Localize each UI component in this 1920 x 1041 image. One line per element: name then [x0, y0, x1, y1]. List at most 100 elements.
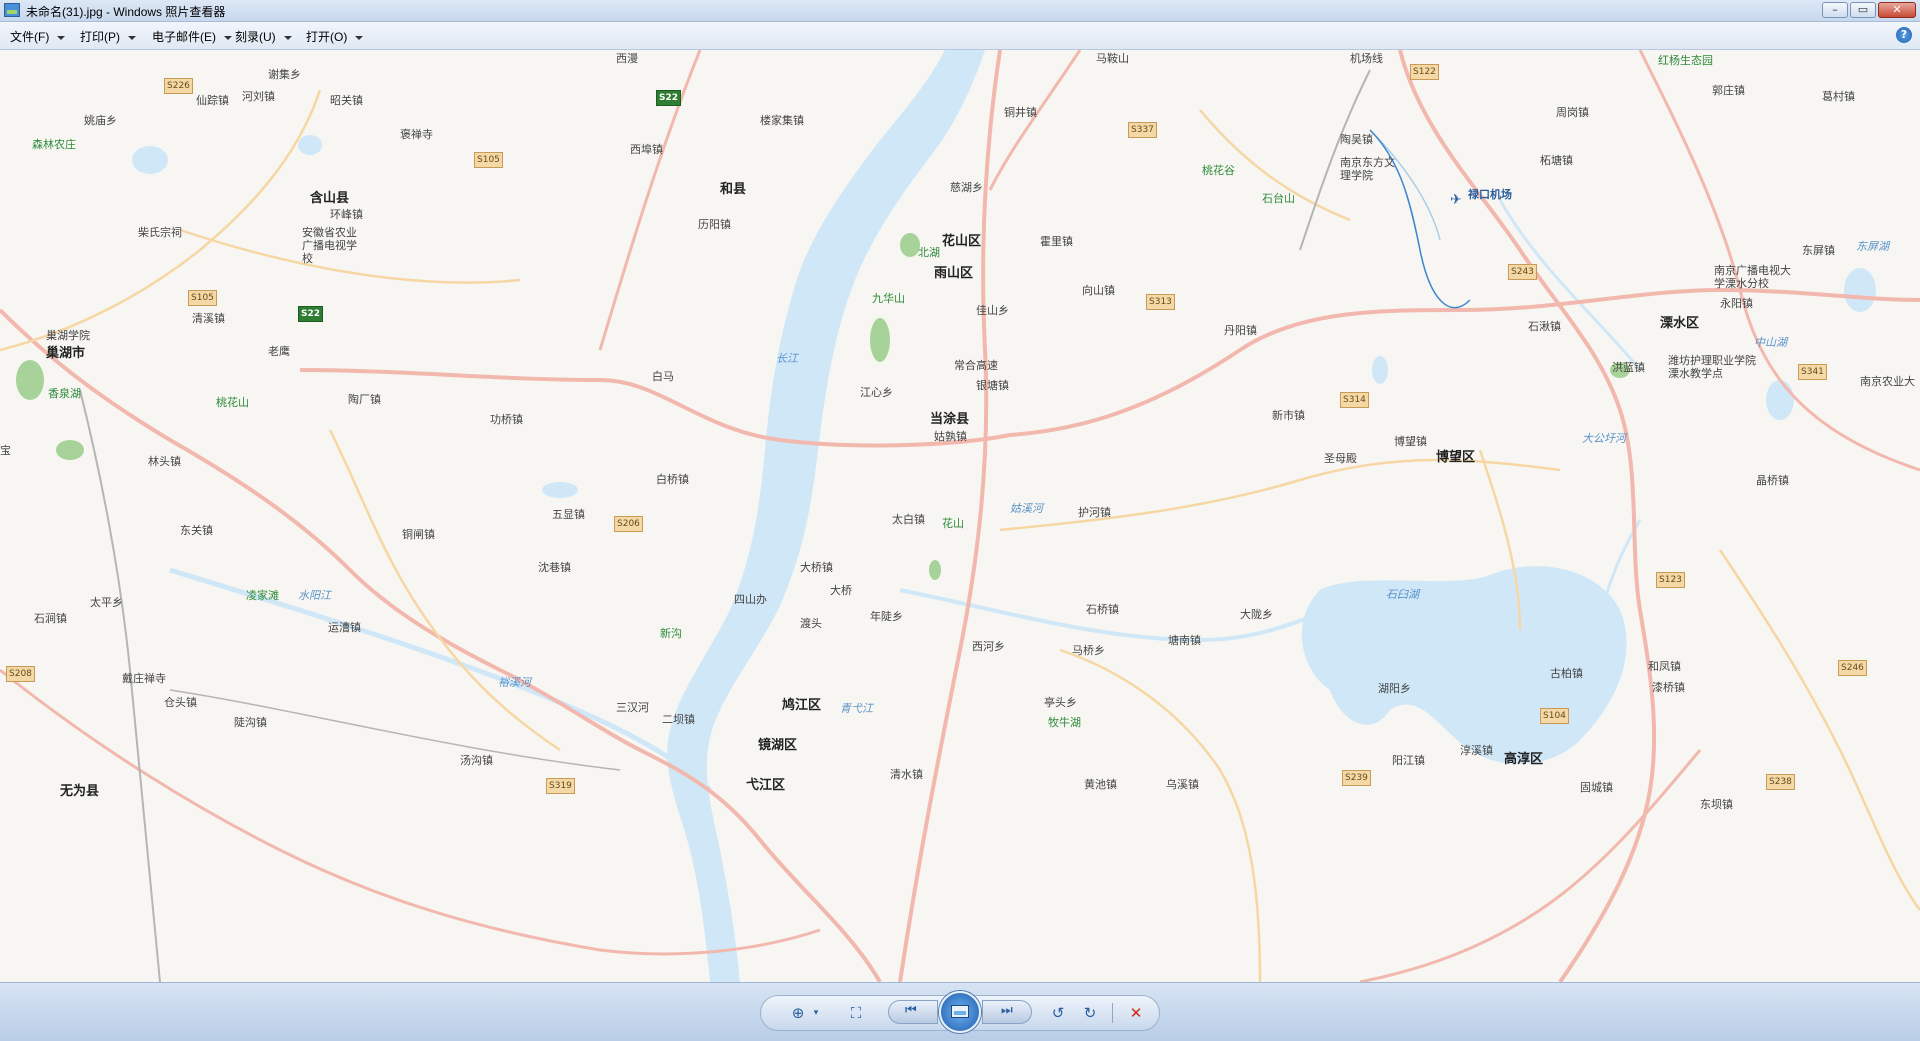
- maximize-button[interactable]: ▭: [1850, 2, 1876, 18]
- slideshow-button[interactable]: [939, 991, 981, 1033]
- map-label: 汤沟镇: [460, 754, 493, 767]
- map-label: 巢湖市: [46, 346, 86, 361]
- map-label: 博望区: [1436, 450, 1476, 465]
- map-label: 西河乡: [972, 640, 1005, 653]
- map-label: 大公圩河: [1582, 432, 1626, 445]
- map-label: 乌溪镇: [1166, 778, 1199, 791]
- minimize-button[interactable]: –: [1822, 2, 1848, 18]
- map-label: 东坝镇: [1700, 798, 1733, 811]
- map-label: 禄口机场: [1468, 188, 1512, 201]
- title-bar: 未命名(31).jpg - Windows 照片查看器 – ▭ ✕: [0, 0, 1920, 22]
- map-label: 北湖: [918, 246, 940, 259]
- map-label: 二坝镇: [662, 713, 695, 726]
- map-label: 昭关镇: [330, 94, 363, 107]
- photo-display-area: 含山县 和县 巢湖市 花山区 雨山区 当涂县 溧水区 博望区 鸠江区 镜湖区 弋…: [0, 50, 1920, 982]
- next-icon: ⏭: [1001, 1003, 1013, 1018]
- road-shield: S239: [1342, 770, 1371, 786]
- map-label: 红杨生态园: [1658, 54, 1713, 67]
- map-label: 东屏湖: [1856, 240, 1889, 253]
- chevron-down-icon: [355, 35, 364, 40]
- menu-file[interactable]: 文件(F): [10, 28, 66, 45]
- menu-print[interactable]: 打印(P): [80, 28, 136, 45]
- map-label: 当涂县: [930, 412, 970, 427]
- chevron-down-icon[interactable]: ▾: [810, 1001, 822, 1025]
- road-shield: S243: [1508, 264, 1537, 280]
- map-label: 洪蓝镇: [1612, 361, 1645, 374]
- map-label: 湖阳乡: [1378, 682, 1411, 695]
- map-label: 镜湖区: [758, 738, 798, 753]
- map-label: 中山湖: [1754, 336, 1787, 349]
- map-label: 仓头镇: [164, 696, 197, 709]
- map-label: 固城镇: [1580, 781, 1613, 794]
- map-label: 大陇乡: [1240, 608, 1273, 621]
- map-label: 陡沟镇: [234, 716, 267, 729]
- viewer-toolbar: ⊕ ▾ ⛶ ⏮ ⏭ ↺ ↻ ✕: [0, 982, 1920, 1041]
- road-shield: S238: [1766, 774, 1795, 790]
- map-label: 林头镇: [148, 455, 181, 468]
- map-label: 葛村镇: [1822, 90, 1855, 103]
- previous-button[interactable]: ⏮: [888, 1000, 938, 1024]
- rotate-clockwise-icon[interactable]: ↻: [1078, 1001, 1102, 1025]
- map-label: 和凤镇: [1648, 660, 1681, 673]
- map-label: 青弋江: [840, 702, 873, 715]
- help-icon[interactable]: ?: [1896, 27, 1912, 43]
- chevron-down-icon: [224, 35, 232, 40]
- map-label: 大桥: [830, 584, 852, 597]
- menu-bar: 文件(F) 打印(P) 电子邮件(E) 刻录(U) 打开(O) ?: [0, 22, 1920, 50]
- map-label: 南京东方文理学院: [1340, 156, 1395, 182]
- map-label: 丹阳镇: [1224, 324, 1257, 337]
- map-label: 马桥乡: [1072, 644, 1105, 657]
- map-label: 塘南镇: [1168, 634, 1201, 647]
- map-label: 晶桥镇: [1756, 474, 1789, 487]
- photo-viewer-icon: [4, 3, 20, 17]
- map-label: 和县: [720, 182, 747, 197]
- map-label: 陶吴镇: [1340, 133, 1373, 146]
- map-label: 戴庄禅寺: [122, 672, 166, 685]
- map-label: 白马: [652, 370, 674, 383]
- next-button[interactable]: ⏭: [982, 1000, 1032, 1024]
- rotate-counterclockwise-icon[interactable]: ↺: [1046, 1001, 1070, 1025]
- menu-open[interactable]: 打开(O): [306, 28, 364, 45]
- map-label: 石湫镇: [1528, 320, 1561, 333]
- map-label: 姑溪河: [1010, 502, 1043, 515]
- menu-email[interactable]: 电子邮件(E): [152, 28, 232, 45]
- zoom-icon[interactable]: ⊕: [786, 1001, 810, 1025]
- map-label: 常合高速: [954, 359, 998, 372]
- map-label: 潍坊护理职业学院溧水教学点: [1668, 354, 1756, 380]
- road-shield: S105: [474, 152, 503, 168]
- road-shield: S22: [298, 306, 324, 322]
- menu-burn[interactable]: 刻录(U): [235, 28, 292, 45]
- menu-burn-label: 刻录(U): [235, 30, 276, 44]
- map-label: 铜井镇: [1004, 106, 1037, 119]
- map-label: 宝: [0, 444, 11, 457]
- map-label: 九华山: [872, 292, 905, 305]
- map-label: 南京农业大: [1860, 375, 1915, 388]
- map-label: 姑孰镇: [934, 430, 967, 443]
- map-label: 桃花谷: [1202, 164, 1235, 177]
- road-shield: S123: [1656, 572, 1685, 588]
- map-label: 年陡乡: [870, 610, 903, 623]
- map-label: 运漕镇: [328, 621, 361, 634]
- map-label: 太平乡: [90, 596, 123, 609]
- map-label: 历阳镇: [698, 218, 731, 231]
- toolbar-divider: [1112, 1003, 1113, 1023]
- map-label: 褒禅寺: [400, 128, 433, 141]
- map-label: 银塘镇: [976, 379, 1009, 392]
- close-button[interactable]: ✕: [1878, 2, 1916, 18]
- map-label: 古柏镇: [1550, 667, 1583, 680]
- map-label: 香泉湖: [48, 387, 81, 400]
- delete-icon[interactable]: ✕: [1124, 1001, 1148, 1025]
- map-label: 姚庙乡: [84, 114, 117, 127]
- map-label: 仙踪镇: [196, 94, 229, 107]
- road-shield: S208: [6, 666, 35, 682]
- map-label: 巢湖学院: [46, 329, 90, 342]
- chevron-down-icon: [57, 35, 66, 40]
- map-label: 霍里镇: [1040, 235, 1073, 248]
- map-label: 渡头: [800, 617, 822, 630]
- map-label: 佳山乡: [976, 304, 1009, 317]
- map-label: 漆桥镇: [1652, 681, 1685, 694]
- menu-print-label: 打印(P): [80, 30, 120, 44]
- menu-open-label: 打开(O): [306, 30, 348, 44]
- map-label: 南京广播电视大学溧水分校: [1714, 264, 1791, 290]
- actual-size-icon[interactable]: ⛶: [844, 1001, 868, 1025]
